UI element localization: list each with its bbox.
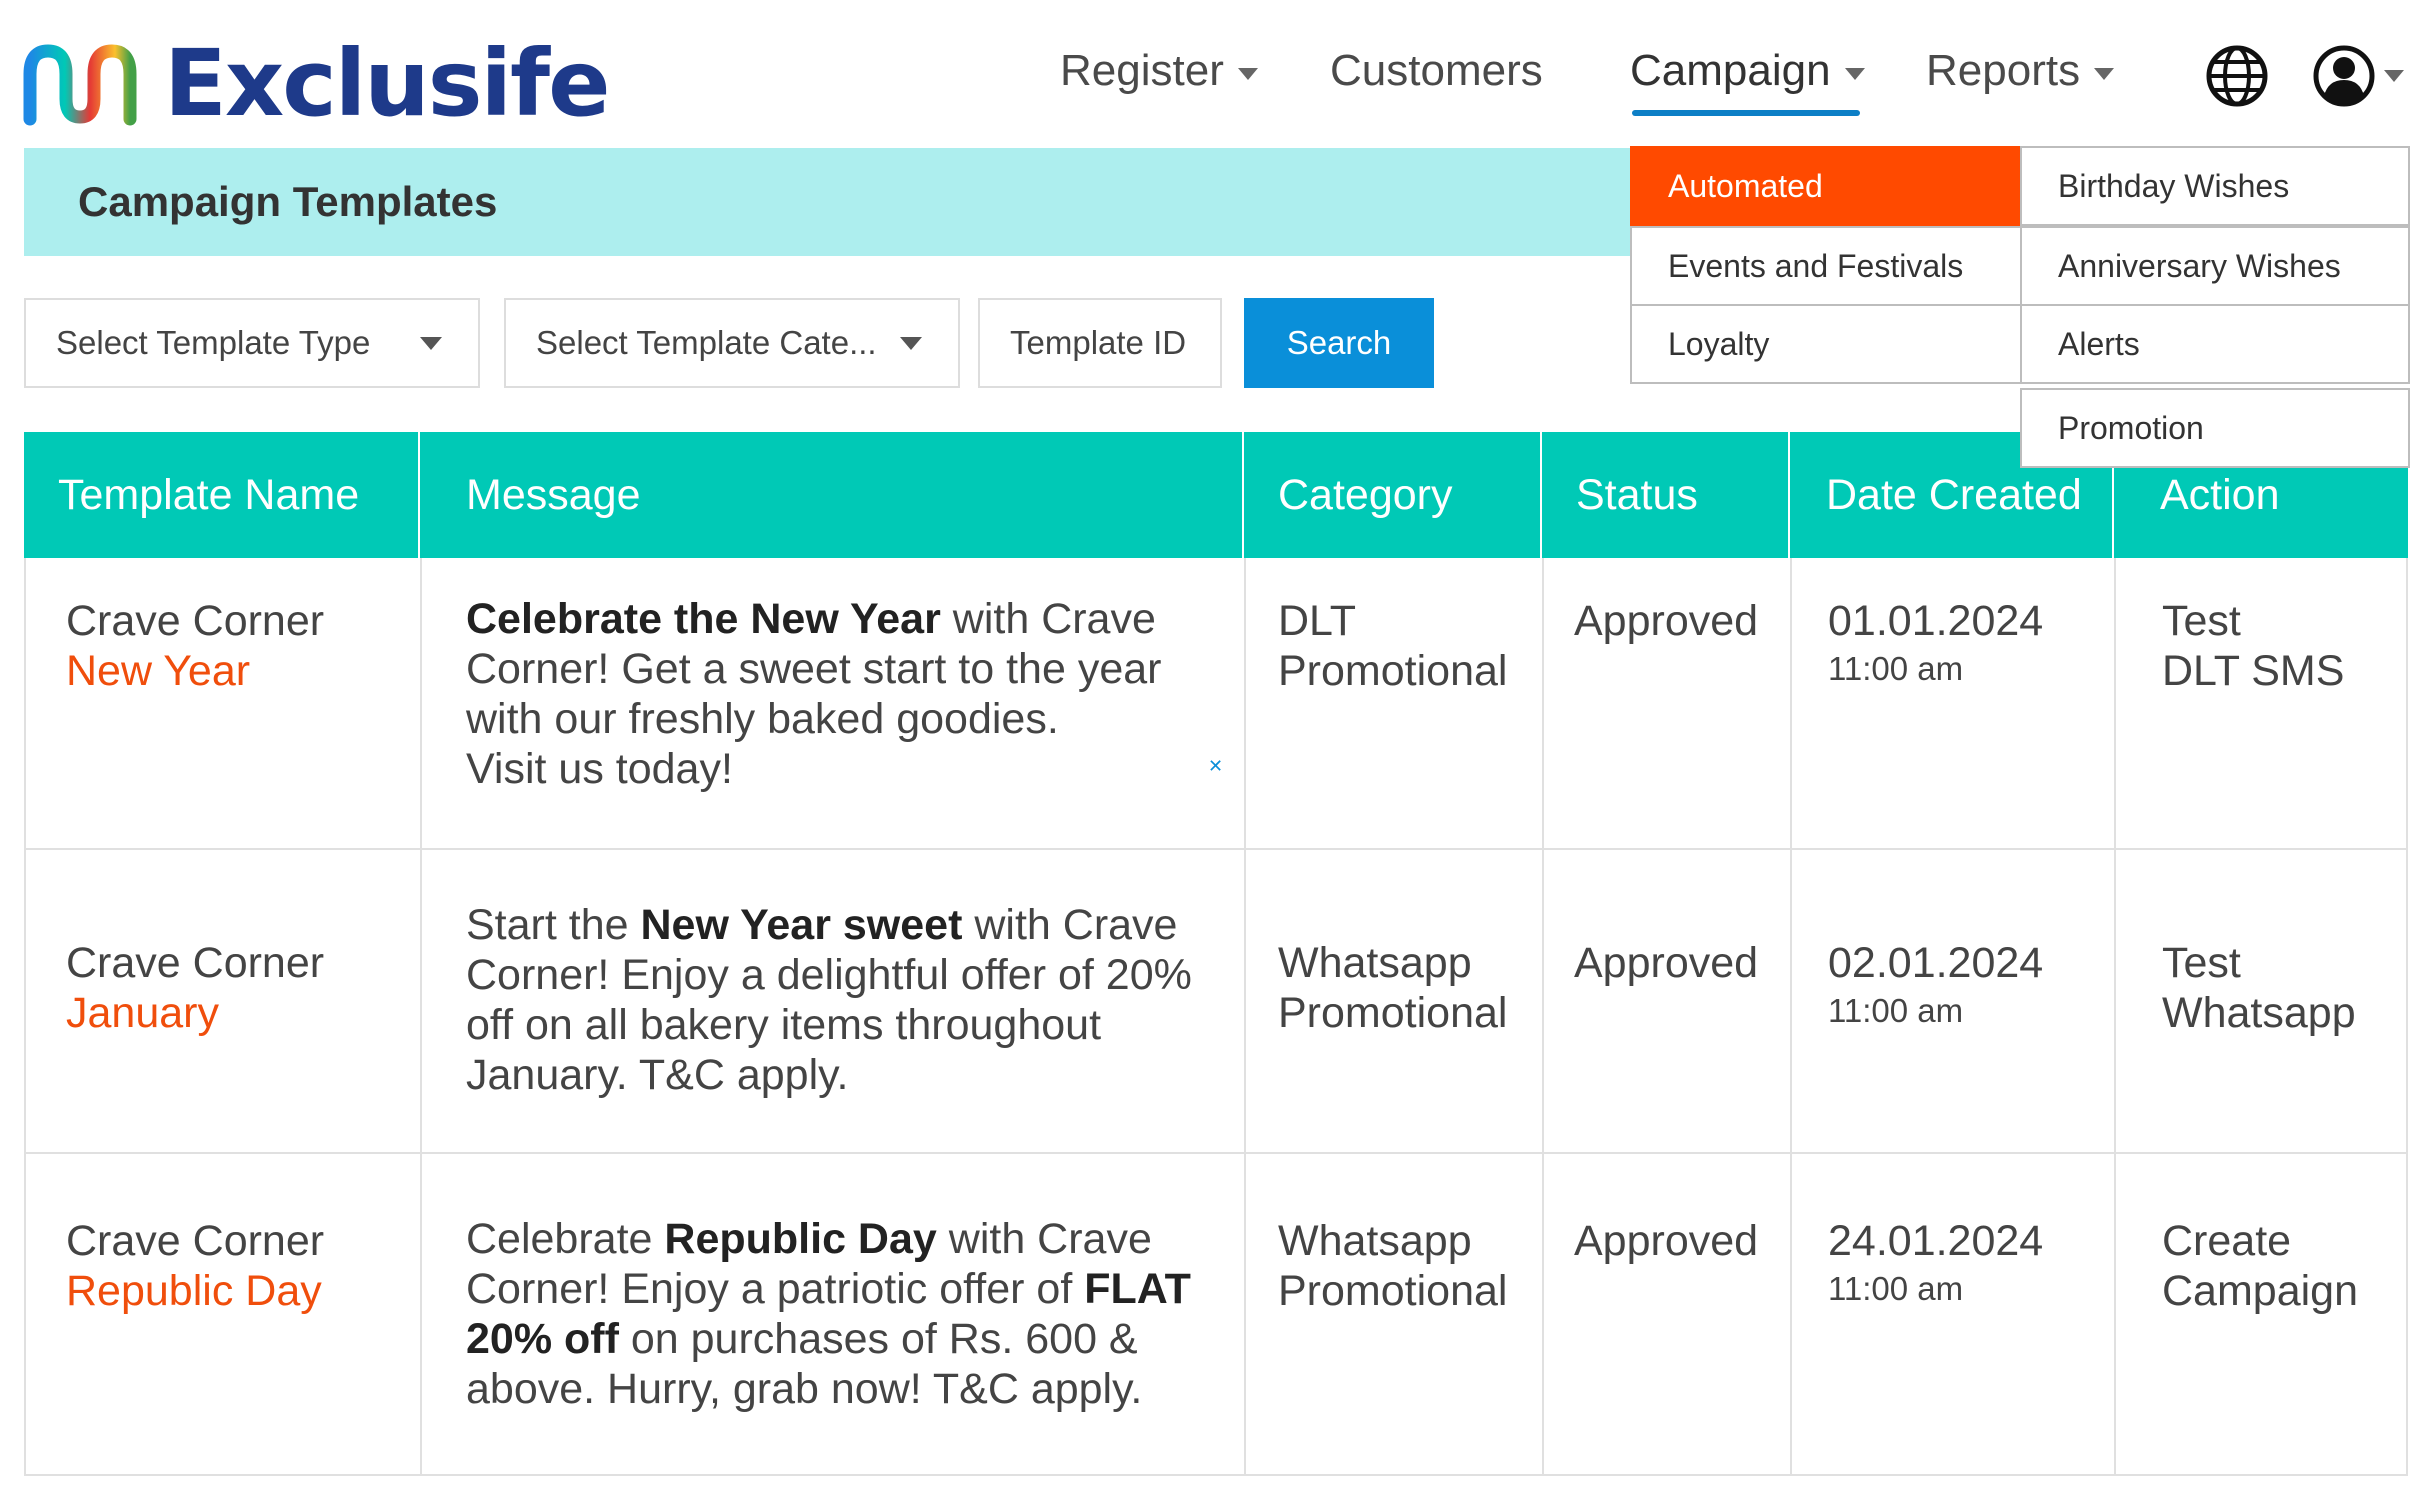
menu-item-loyalty[interactable]: Loyalty [1630, 304, 2022, 384]
template-type-select[interactable]: Select Template Type [24, 298, 480, 388]
chevron-down-icon [900, 336, 922, 350]
action-cell[interactable]: Create Campaign [2114, 1154, 2408, 1474]
column-header: Template Name [58, 470, 360, 519]
template-type-value: Select Template Type [56, 324, 371, 361]
column-header: Category [1242, 432, 1542, 558]
user-icon [2313, 45, 2375, 107]
action-link[interactable]: Campaign [2162, 1266, 2358, 1316]
action-cell[interactable]: Test DLT SMS [2114, 558, 2408, 848]
column-header: Message [418, 432, 1244, 558]
category-line: Promotional [1278, 1267, 1508, 1315]
message-cell: Celebrate Republic Day with Crave Corner… [420, 1154, 1244, 1474]
message-bold: Celebrate the New Year [466, 595, 941, 643]
status-cell: Approved [1542, 1154, 1790, 1474]
template-occasion: New Year [66, 647, 251, 695]
nav-active-indicator [1632, 110, 1860, 116]
template-category-select[interactable]: Select Template Cate... [504, 298, 960, 388]
time-text: 11:00 am [1828, 650, 1964, 687]
brand-logo[interactable]: Exclusife [22, 30, 610, 137]
category-cell: DLT Promotional [1244, 558, 1542, 848]
message-text: Celebrate [466, 1215, 665, 1263]
date-cell: 02.01.2024 11:00 am [1790, 850, 2114, 1152]
time-text: 11:00 am [1828, 1270, 1964, 1307]
category-cell: Whatsapp Promotional [1244, 850, 1542, 1152]
nav-register-label: Register [1060, 46, 1224, 95]
date-text: 01.01.2024 [1828, 597, 2044, 645]
chevron-down-icon[interactable] [2384, 70, 2404, 82]
action-link[interactable]: Whatsapp [2162, 988, 2356, 1038]
message-text: Start the [466, 901, 641, 949]
nav-customers[interactable]: Customers [1330, 40, 1543, 102]
column-header: Status [1540, 432, 1790, 558]
category-line: Promotional [1278, 647, 1508, 695]
action-link[interactable]: Create [2162, 1216, 2358, 1266]
message-bold: Republic Day [664, 1215, 937, 1263]
table-row: Crave Corner New Year Celebrate the New … [24, 558, 2408, 850]
page-title: Campaign Templates [78, 178, 498, 225]
brand-name: Exclusife [164, 30, 610, 137]
nav-campaign-label: Campaign [1630, 46, 1831, 95]
template-name: Crave Corner [66, 597, 325, 645]
globe-icon[interactable] [2205, 44, 2269, 108]
action-link[interactable]: Test [2162, 938, 2356, 988]
nav-campaign[interactable]: Campaign [1630, 40, 1865, 102]
template-name: Crave Corner [66, 1217, 325, 1265]
status-text: Approved [1574, 939, 1759, 987]
menu-item-anniversary-wishes[interactable]: Anniversary Wishes [2020, 226, 2410, 306]
template-id-input[interactable]: Template ID [978, 298, 1222, 388]
status-text: Approved [1574, 1217, 1759, 1265]
template-id-placeholder: Template ID [1010, 324, 1187, 361]
nav-reports[interactable]: Reports [1926, 40, 2115, 102]
category-cell: Whatsapp Promotional [1244, 1154, 1542, 1474]
date-cell: 01.01.2024 11:00 am [1790, 558, 2114, 848]
menu-item-promotion[interactable]: Promotion [2020, 388, 2410, 468]
template-name-cell: Crave Corner January [26, 850, 420, 1152]
category-line: Whatsapp [1278, 939, 1472, 987]
nav-register[interactable]: Register [1060, 40, 1258, 102]
table-row: Crave Corner January Start the New Year … [24, 850, 2408, 1154]
close-icon[interactable]: ✕ [1208, 756, 1223, 777]
logo-mark-icon [23, 44, 137, 126]
menu-item-alerts[interactable]: Alerts [2020, 304, 2410, 384]
chevron-down-icon [1237, 68, 1258, 80]
template-category-value: Select Template Cate... [536, 324, 877, 361]
action-link[interactable]: DLT SMS [2162, 646, 2344, 696]
chevron-down-icon [1844, 68, 1865, 80]
menu-item-birthday-wishes[interactable]: Birthday Wishes [2020, 146, 2410, 226]
category-line: DLT [1278, 597, 1357, 645]
message-cell: Start the New Year sweet with Crave Corn… [420, 850, 1244, 1152]
template-occasion: January [66, 989, 219, 1037]
message-cell: Celebrate the New Year with Crave Corner… [420, 558, 1244, 848]
chevron-down-icon [2094, 68, 2115, 80]
action-link[interactable]: Test [2162, 596, 2344, 646]
user-menu[interactable] [2312, 44, 2376, 108]
date-text: 02.01.2024 [1828, 939, 2044, 987]
template-name-cell: Crave Corner New Year [26, 558, 420, 848]
table-row: Crave Corner Republic Day Celebrate Repu… [24, 1154, 2408, 1476]
search-button[interactable]: Search [1244, 298, 1434, 388]
template-name-cell: Crave Corner Republic Day [26, 1154, 420, 1474]
menu-item-events-festivals[interactable]: Events and Festivals [1630, 226, 2022, 306]
status-cell: Approved [1542, 850, 1790, 1152]
date-text: 24.01.2024 [1828, 1217, 2044, 1265]
message-bold: New Year sweet [640, 901, 963, 949]
nav-reports-label: Reports [1926, 46, 2081, 95]
message-text: Visit us today! [466, 745, 733, 793]
category-line: Whatsapp [1278, 1217, 1472, 1265]
status-cell: Approved [1542, 558, 1790, 848]
chevron-down-icon [420, 336, 442, 350]
status-text: Approved [1574, 597, 1759, 645]
time-text: 11:00 am [1828, 992, 1964, 1029]
template-name: Crave Corner [66, 939, 325, 987]
nav-customers-label: Customers [1330, 46, 1543, 95]
action-cell[interactable]: Test Whatsapp [2114, 850, 2408, 1152]
menu-item-automated[interactable]: Automated [1630, 146, 2022, 226]
page-title-bar: Campaign Templates [24, 148, 1660, 256]
category-line: Promotional [1278, 989, 1508, 1037]
date-cell: 24.01.2024 11:00 am [1790, 1154, 2114, 1474]
template-occasion: Republic Day [66, 1267, 322, 1315]
